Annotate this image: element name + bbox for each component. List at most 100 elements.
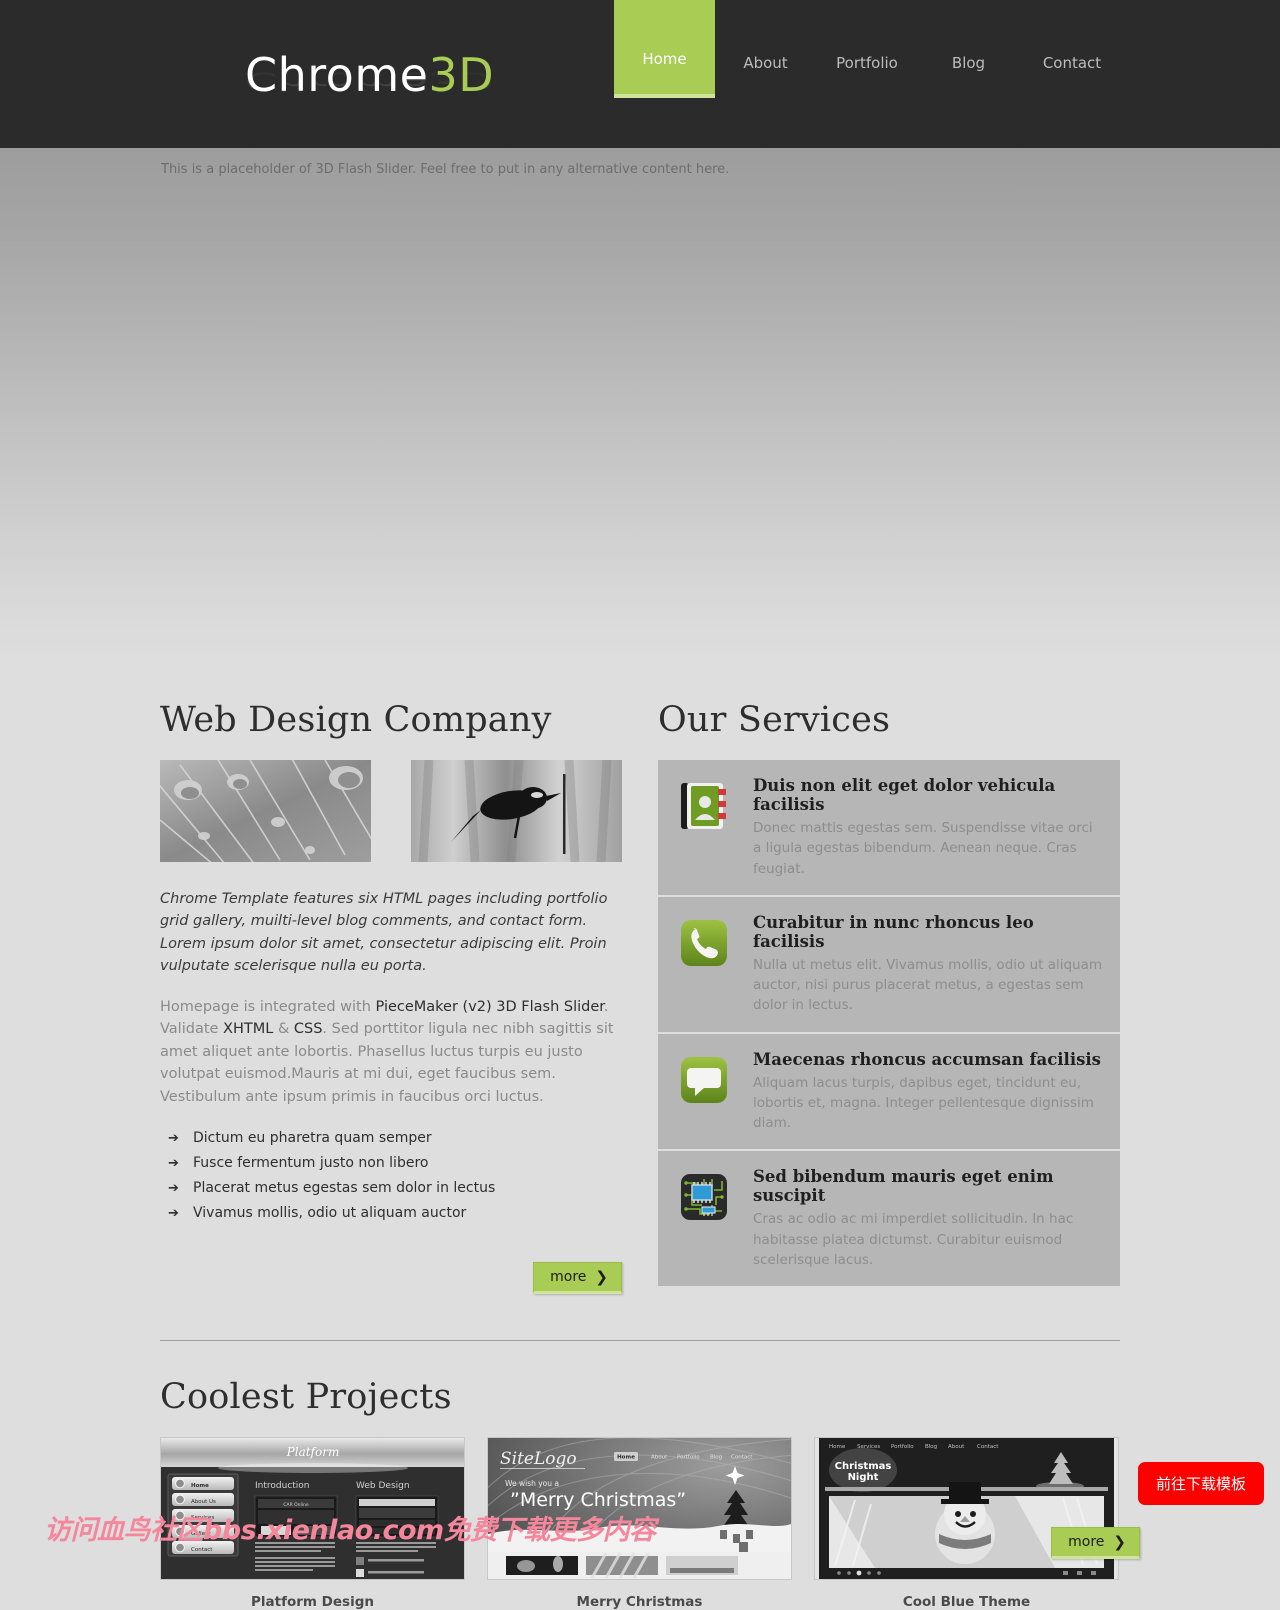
page-content: Web Design Company Chrome Template featu… — [0, 660, 1280, 1610]
xhtml-link[interactable]: XHTML — [223, 1021, 273, 1037]
svg-text:Contact: Contact — [191, 1547, 213, 1553]
site-logo[interactable]: Chrome3D — [245, 48, 494, 102]
service-item[interactable]: Sed bibendum mauris eget enim suscipit C… — [658, 1151, 1120, 1286]
body-text-3: & — [273, 1021, 294, 1038]
blackbird-on-branch-photo — [411, 760, 622, 862]
project-card[interactable]: Home Services Portfolio Blog About Contact C… — [814, 1437, 1119, 1610]
about-lead-paragraph: Chrome Template features six HTML pages … — [160, 891, 608, 975]
list-item[interactable]: ➔ Dictum eu pharetra quam semper — [160, 1130, 622, 1155]
service-text: Curabitur in nunc rhoncus leo facilisis … — [753, 913, 1104, 1016]
list-item-label: Vivamus mollis, odio ut aliquam auctor — [193, 1205, 467, 1222]
css-link[interactable]: CSS — [294, 1021, 323, 1037]
list-item-label: Placerat metus egestas sem dolor in lect… — [193, 1180, 496, 1197]
nav-item-blog-label: Blog — [951, 54, 986, 72]
slider-placeholder-text: This is a placeholder of 3D Flash Slider… — [161, 162, 730, 177]
service-item[interactable]: Duis non elit eget dolor vehicula facili… — [658, 760, 1120, 897]
nav-item-home-label: Home — [642, 50, 687, 68]
svg-text:Web Design: Web Design — [356, 1481, 410, 1491]
svg-text:Christmas: Christmas — [835, 1461, 892, 1472]
services-title: Our Services — [658, 700, 891, 740]
svg-text:Home: Home — [191, 1483, 209, 1489]
projects-more-row: more ❯ — [1051, 1527, 1140, 1559]
service-title: Curabitur in nunc rhoncus leo facilisis — [753, 912, 1034, 951]
site-header: Chrome3D Chrome3D Home About Portfolio B… — [0, 0, 1280, 148]
circuit-chip-icon — [678, 1171, 730, 1223]
content-wrapper: Web Design Company Chrome Template featu… — [160, 660, 1120, 1610]
phone-icon — [678, 917, 730, 969]
nav-item-about[interactable]: About — [715, 0, 816, 98]
logo-accent-text: 3D — [428, 48, 495, 102]
arrow-right-icon: ➔ — [168, 1181, 179, 1197]
about-body-paragraph: Homepage is integrated with PieceMaker (… — [160, 996, 622, 1108]
services-column: Our Services Duis non elit eget dolor ve… — [658, 700, 1120, 1294]
piecemaker-link[interactable]: PieceMaker (v2) 3D Flash Slider — [376, 999, 604, 1015]
chevron-right-icon: ❯ — [1113, 1533, 1126, 1551]
svg-text:About: About — [651, 1455, 668, 1461]
service-title: Duis non elit eget dolor vehicula facili… — [753, 776, 1056, 814]
service-text: Sed bibendum mauris eget enim suscipit C… — [753, 1167, 1104, 1270]
about-feature-list: ➔ Dictum eu pharetra quam semper ➔ Fusce f… — [160, 1130, 622, 1230]
speech-bubble-icon — [678, 1054, 730, 1106]
svg-text:Night: Night — [848, 1472, 879, 1483]
chevron-right-icon: ❯ — [595, 1268, 608, 1287]
about-image-row — [160, 760, 622, 862]
project-caption: Platform Design — [251, 1594, 374, 1610]
projects-title: Coolest Projects — [160, 1377, 452, 1418]
nav-item-home[interactable]: Home — [614, 0, 715, 98]
list-item[interactable]: ➔ Placerat metus egestas sem dolor in lec… — [160, 1180, 622, 1205]
site-watermark: 访问血鸟社区bbs.xienlao.com免费下载更多内容 — [44, 1515, 656, 1546]
service-text: Maecenas rhoncus accumsan facilisis Aliq… — [753, 1050, 1104, 1134]
about-more-label: more — [550, 1269, 587, 1286]
list-item-label: Fusce fermentum justo non libero — [193, 1155, 429, 1172]
svg-text:About Us: About Us — [191, 1499, 216, 1505]
nav-item-portfolio-label: Portfolio — [836, 54, 898, 72]
svg-text:Blog: Blog — [925, 1444, 937, 1450]
two-column-row: Web Design Company Chrome Template featu… — [160, 660, 1120, 1295]
nav-item-contact[interactable]: Contact — [1019, 0, 1125, 98]
about-more-button[interactable]: more ❯ — [533, 1262, 622, 1295]
logo-primary-text: Chrome — [245, 48, 429, 102]
projects-more-button[interactable]: more ❯ — [1051, 1527, 1140, 1559]
nav-item-portfolio[interactable]: Portfolio — [816, 0, 918, 98]
main-navigation: Home About Portfolio Blog Contact — [614, 0, 1125, 148]
service-item[interactable]: Curabitur in nunc rhoncus leo facilisis … — [658, 896, 1120, 1034]
projects-more-label: more — [1068, 1534, 1105, 1550]
nav-item-contact-label: Contact — [1042, 54, 1102, 72]
projects-header: Coolest Projects — [160, 1377, 1120, 1417]
svg-text:Introduction: Introduction — [255, 1481, 310, 1491]
svg-text:Contact: Contact — [977, 1444, 999, 1450]
service-text: Duis non elit eget dolor vehicula facili… — [753, 776, 1104, 879]
services-list: Duis non elit eget dolor vehicula facili… — [658, 760, 1120, 1286]
svg-text:About: About — [948, 1444, 965, 1450]
about-title: Web Design Company — [160, 700, 552, 740]
service-description: Nulla ut metus elit. Vivamus mollis, odi… — [753, 956, 1103, 1014]
service-title: Maecenas rhoncus accumsan facilisis — [753, 1049, 1101, 1069]
list-item[interactable]: ➔ Vivamus mollis, odio ut aliquam auctor — [160, 1205, 622, 1230]
section-divider — [160, 1340, 1120, 1342]
svg-text:Contact: Contact — [731, 1455, 753, 1461]
svg-text:Home: Home — [829, 1444, 846, 1450]
svg-text:Platform: Platform — [286, 1445, 340, 1459]
flash-slider-placeholder[interactable]: This is a placeholder of 3D Flash Slider… — [0, 148, 1280, 660]
address-book-icon — [678, 780, 730, 832]
svg-text:Home: Home — [617, 1455, 635, 1461]
arrow-right-icon: ➔ — [168, 1131, 179, 1147]
list-item[interactable]: ➔ Fusce fermentum justo non libero — [160, 1155, 622, 1180]
service-item[interactable]: Maecenas rhoncus accumsan facilisis Aliq… — [658, 1033, 1120, 1152]
service-description: Cras ac odio ac mi imperdiet sollicitudi… — [753, 1211, 1074, 1268]
svg-text:Blog: Blog — [710, 1455, 722, 1461]
svg-text:Portfolio: Portfolio — [677, 1455, 700, 1461]
service-description: Donec mattis egestas sem. Suspendisse vi… — [753, 820, 1093, 877]
download-template-button[interactable]: 前往下载模板 — [1137, 1462, 1264, 1505]
service-title: Sed bibendum mauris eget enim suscipit — [753, 1167, 1054, 1206]
water-droplets-photo — [160, 760, 371, 862]
nav-item-blog[interactable]: Blog — [918, 0, 1019, 98]
svg-text:We wish you a: We wish you a — [505, 1479, 559, 1488]
arrow-right-icon: ➔ — [168, 1156, 179, 1172]
svg-text:Portfolio: Portfolio — [891, 1444, 914, 1450]
project-caption: Merry Christmas — [576, 1594, 703, 1610]
about-more-row: more ❯ — [160, 1262, 622, 1295]
svg-text:SiteLogo: SiteLogo — [500, 1449, 577, 1469]
service-description: Aliquam lacus turpis, dapibus eget, tinc… — [753, 1074, 1094, 1132]
list-item-label: Dictum eu pharetra quam semper — [193, 1130, 432, 1147]
